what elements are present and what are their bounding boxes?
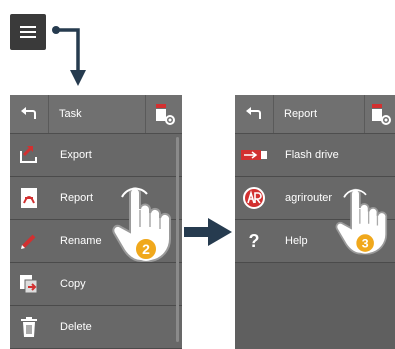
report-menu-header: Report xyxy=(235,95,395,134)
menu-item-label: Help xyxy=(285,235,308,247)
step-number: 2 xyxy=(142,241,150,257)
arrow-down-head xyxy=(70,70,86,86)
menu-item-flash-drive[interactable]: Flash drive xyxy=(235,134,395,177)
settings-button[interactable] xyxy=(365,95,395,133)
menu-item-label: Delete xyxy=(60,321,92,333)
menu-item-label: Export xyxy=(60,149,92,161)
back-button[interactable] xyxy=(10,95,49,133)
back-button[interactable] xyxy=(235,95,274,133)
menu-item-delete[interactable]: Delete xyxy=(10,306,182,349)
terminal-settings-icon xyxy=(156,104,175,125)
pdf-report-icon xyxy=(10,187,48,209)
menu-item-label: Report xyxy=(60,192,94,204)
step-number: 3 xyxy=(362,236,369,250)
page-title: Task xyxy=(49,95,146,133)
menu-item-export[interactable]: Export xyxy=(10,134,182,177)
task-menu-header: Task xyxy=(10,95,182,134)
terminal-settings-icon xyxy=(372,104,391,125)
menu-item-copy[interactable]: Copy xyxy=(10,263,182,306)
back-arrow-icon xyxy=(246,107,261,119)
arrow-right-head xyxy=(208,218,232,246)
settings-button[interactable] xyxy=(146,95,182,133)
page-title: Report xyxy=(274,95,365,133)
export-icon xyxy=(10,145,48,165)
usb-icon xyxy=(235,148,273,162)
trash-icon xyxy=(10,316,48,338)
arrow-right-shaft xyxy=(184,227,210,237)
menu-item-label: Copy xyxy=(60,278,86,290)
copy-icon xyxy=(10,273,48,295)
back-arrow-icon xyxy=(21,107,36,119)
menu-item-label: agrirouter xyxy=(285,192,333,204)
menu-item-label: Flash drive xyxy=(285,149,339,161)
agrirouter-icon xyxy=(235,186,273,210)
tap-hand-step-2: 2 xyxy=(112,187,172,262)
help-icon: ? xyxy=(248,230,260,251)
tap-hand-step-3: 3 xyxy=(335,188,388,255)
arrow-down-connector xyxy=(56,28,80,72)
menu-item-label: Rename xyxy=(60,235,102,247)
pencil-icon xyxy=(10,231,48,251)
